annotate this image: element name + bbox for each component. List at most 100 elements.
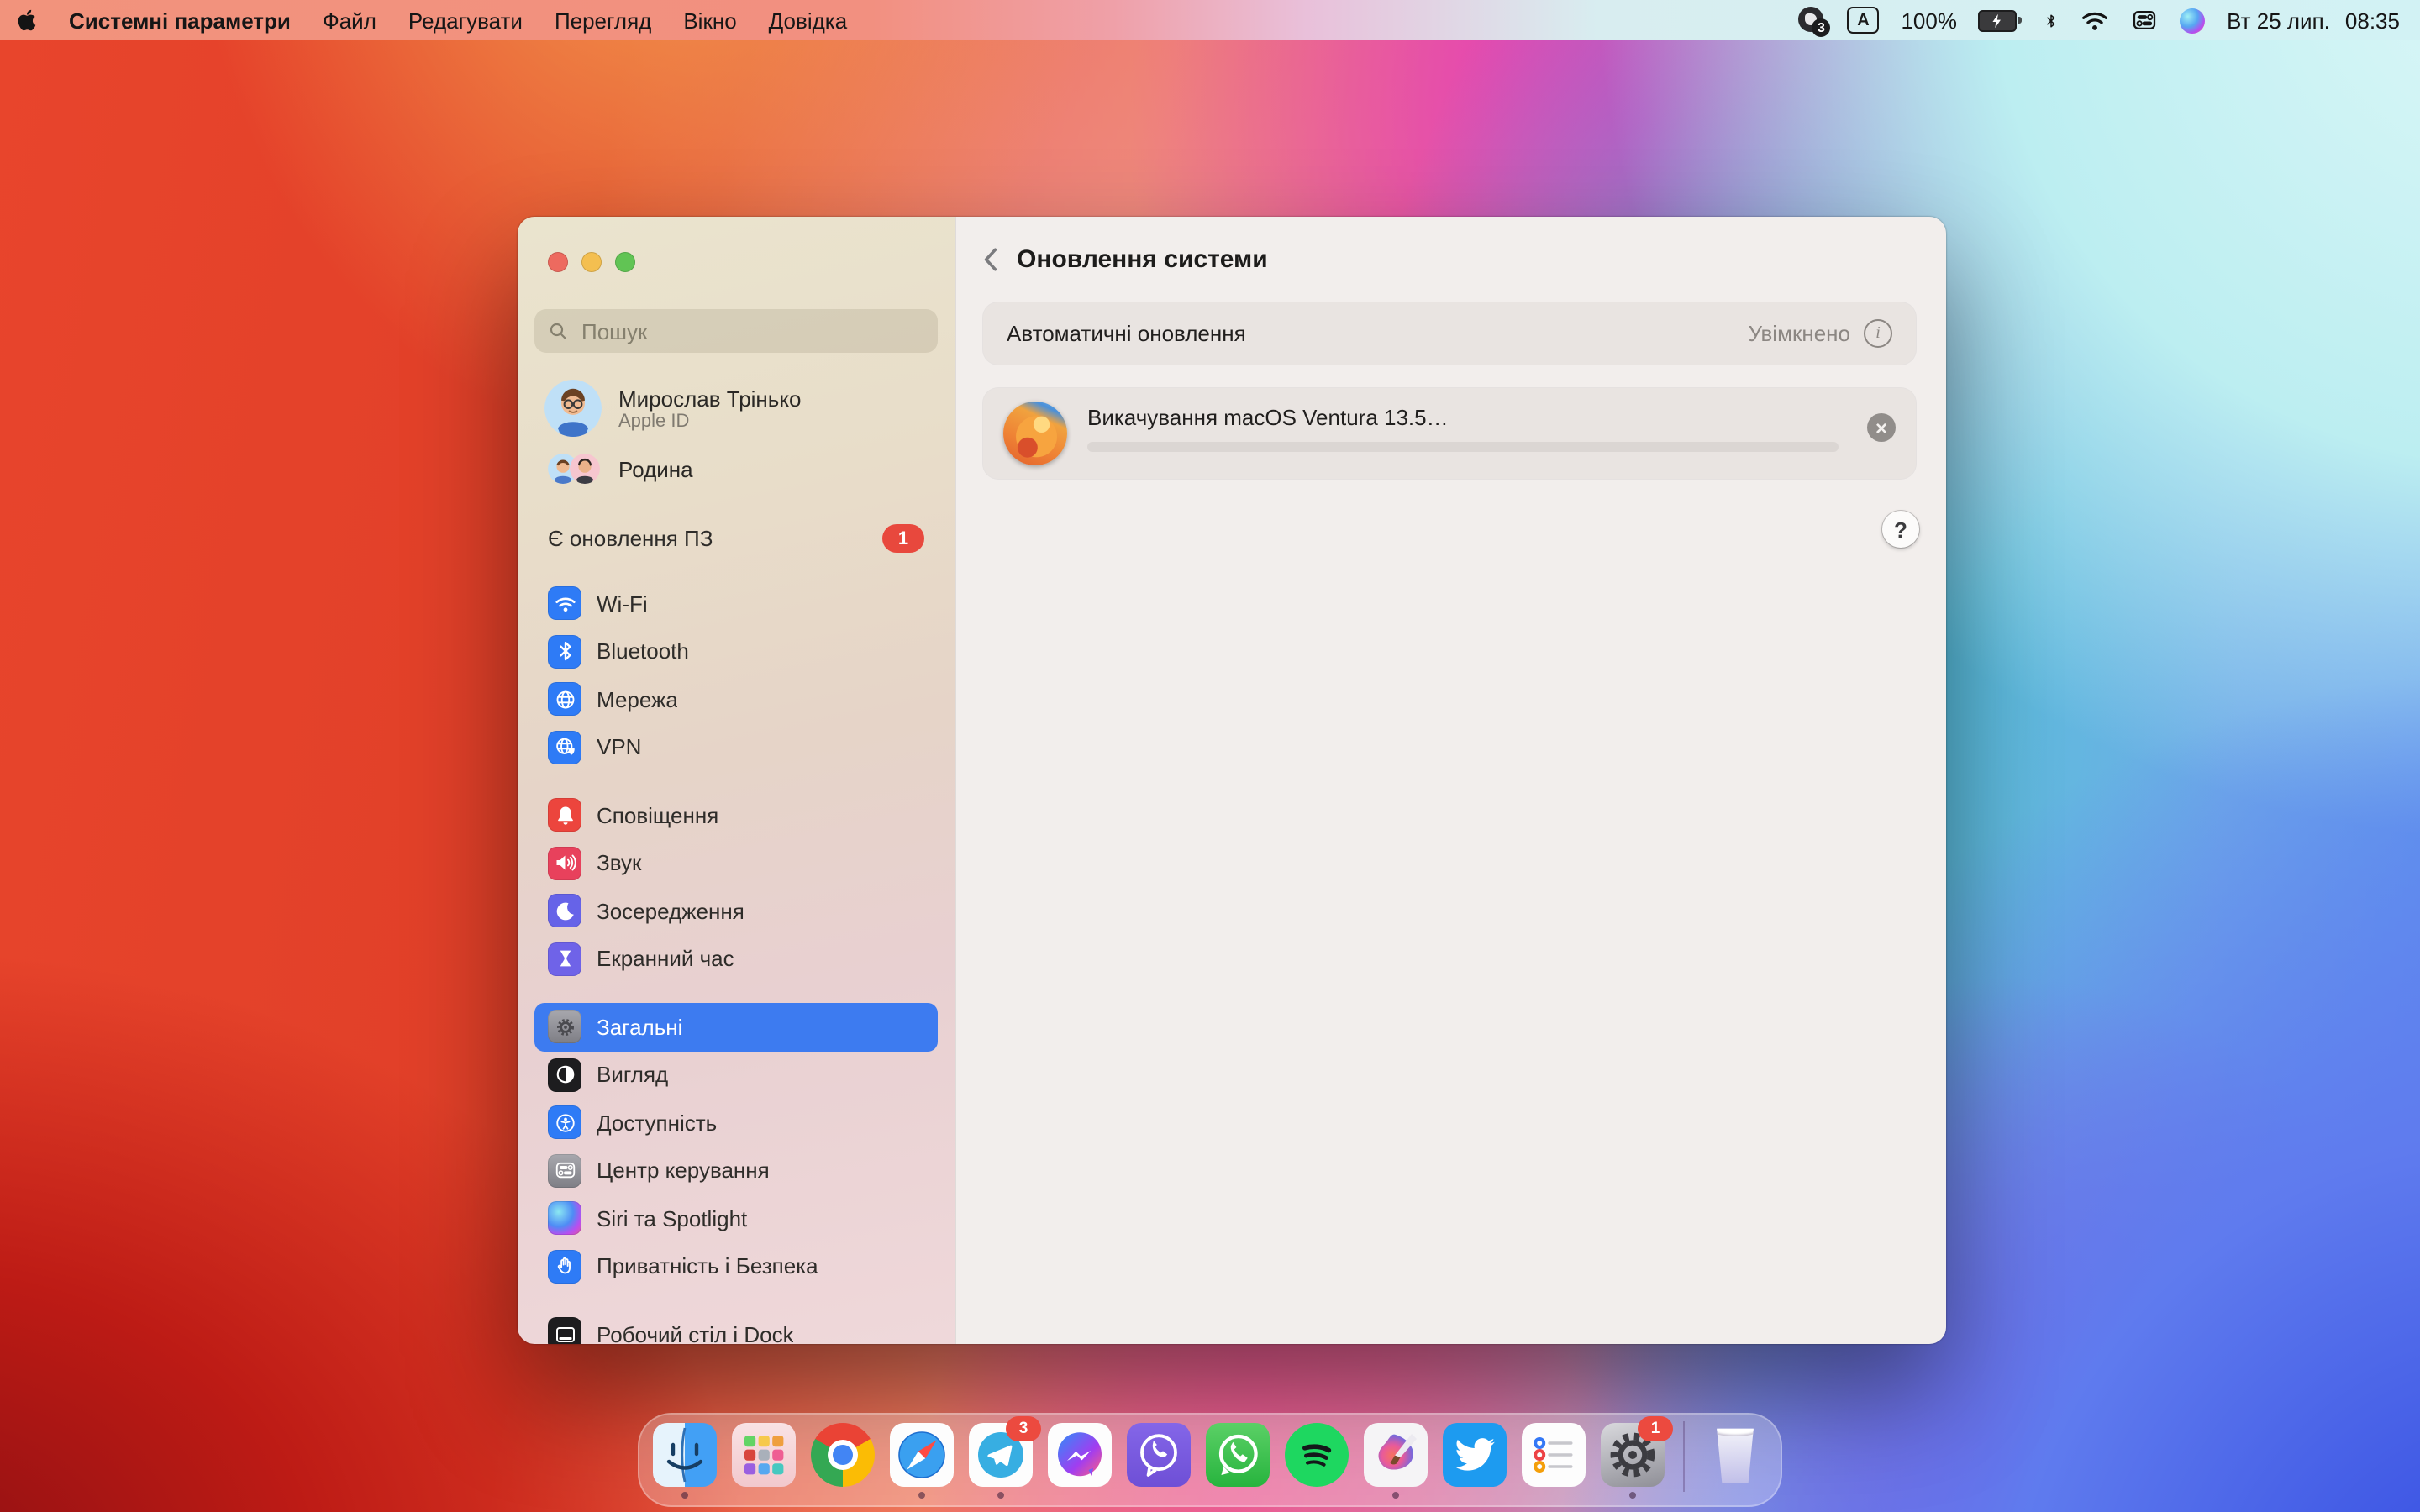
menu-перегляд[interactable]: Перегляд: [555, 8, 651, 33]
avatar: [544, 380, 602, 437]
search-field[interactable]: [534, 309, 938, 353]
apple-id-name: Мирослав Трінько: [618, 386, 801, 411]
sidebar-item-toggles[interactable]: Центр керування: [534, 1147, 938, 1194]
siri-icon[interactable]: [2180, 8, 2205, 33]
running-indicator: [1392, 1492, 1399, 1499]
apple-menu-icon[interactable]: [17, 8, 37, 32]
dock-item-settings[interactable]: 1: [1601, 1423, 1665, 1487]
dock-divider: [1683, 1421, 1685, 1492]
download-label: Викачування macOS Ventura 13.5…: [1087, 405, 1449, 430]
menubar-clock[interactable]: 08:35: [2345, 8, 2400, 33]
spotify-icon: [1285, 1423, 1349, 1487]
dock-item-reminders[interactable]: [1522, 1423, 1586, 1487]
dock-item-twitter[interactable]: [1443, 1423, 1507, 1487]
sidebar-item-siri[interactable]: Siri та Spotlight: [534, 1194, 938, 1242]
pixelmator-icon: [1364, 1423, 1428, 1487]
sidebar: Мирослав Трінько Apple ID Родина Є оновл…: [518, 217, 955, 1344]
sidebar-item-hourglass[interactable]: Екранний час: [534, 935, 938, 983]
menu-app-name[interactable]: Системні параметри: [69, 8, 291, 33]
dock: 31: [638, 1413, 1782, 1507]
battery-percent: 100%: [1901, 8, 1957, 33]
reminders-icon: [1522, 1423, 1586, 1487]
sidebar-item-wifi[interactable]: Wi-Fi: [534, 580, 938, 627]
info-icon[interactable]: i: [1864, 319, 1892, 348]
menubar-date[interactable]: Вт 25 лип.: [2227, 8, 2330, 33]
dock-item-viber[interactable]: [1127, 1423, 1191, 1487]
sidebar-item-bluetooth[interactable]: Bluetooth: [534, 627, 938, 675]
sidebar-item-label: VPN: [597, 735, 641, 760]
gear-icon: [548, 1011, 581, 1044]
dock-item-finder[interactable]: [653, 1423, 717, 1487]
sidebar-item-accessibility[interactable]: Доступність: [534, 1099, 938, 1147]
family-avatars: [544, 454, 603, 484]
moon-icon: [548, 895, 581, 928]
finder-icon: [653, 1423, 717, 1487]
sidebar-item-gear[interactable]: Загальні: [534, 1003, 938, 1051]
hand-icon: [548, 1250, 581, 1284]
bluetooth-icon[interactable]: [2044, 8, 2059, 33]
menu-файл[interactable]: Файл: [323, 8, 376, 33]
dock-item-pixelmator[interactable]: [1364, 1423, 1428, 1487]
bell-icon: [548, 799, 581, 832]
dock-item-launchpad[interactable]: [732, 1423, 796, 1487]
appearance-icon: [548, 1058, 581, 1092]
input-source-icon[interactable]: A: [1847, 7, 1879, 34]
dock-item-trash[interactable]: [1703, 1423, 1767, 1487]
menu-bar: Системні параметри Файл Редагувати Перегляд…: [0, 0, 2420, 40]
sidebar-item-globe-shield[interactable]: VPN: [534, 723, 938, 771]
sidebar-item-label: Доступність: [597, 1110, 717, 1136]
sidebar-item-label: Екранний час: [597, 947, 734, 972]
dock-item-whatsapp[interactable]: [1206, 1423, 1270, 1487]
dock-item-chrome[interactable]: [811, 1423, 875, 1487]
menubar-badge-count: 3: [1812, 18, 1830, 37]
sidebar-item-appearance[interactable]: Вигляд: [534, 1051, 938, 1099]
dock-item-telegram[interactable]: 3: [969, 1423, 1033, 1487]
sidebar-item-dock[interactable]: Робочий стіл і Dock: [534, 1310, 938, 1344]
menu-довідка[interactable]: Довідка: [769, 8, 848, 33]
back-button[interactable]: [983, 247, 998, 272]
sidebar-item-globe[interactable]: Мережа: [534, 675, 938, 723]
sidebar-item-bell[interactable]: Сповіщення: [534, 791, 938, 839]
sidebar-item-label: Wi-Fi: [597, 591, 648, 617]
toggles-icon: [548, 1154, 581, 1188]
bluetooth-icon: [548, 635, 581, 669]
running-indicator: [997, 1492, 1004, 1499]
twitter-icon: [1443, 1423, 1507, 1487]
dock-item-safari[interactable]: [890, 1423, 954, 1487]
menu-редагувати[interactable]: Редагувати: [408, 8, 523, 33]
wifi-icon[interactable]: [2081, 9, 2109, 31]
globe-icon: [548, 683, 581, 717]
automatic-updates-row[interactable]: Автоматичні оновлення Увімкнено i: [983, 302, 1916, 365]
sidebar-item-label: Bluetooth: [597, 639, 689, 664]
sidebar-item-software-update[interactable]: Є оновлення ПЗ 1: [534, 524, 938, 553]
dock-icon: [548, 1318, 581, 1345]
running-indicator: [918, 1492, 925, 1499]
sidebar-item-hand[interactable]: Приватність і Безпека: [534, 1242, 938, 1290]
sidebar-item-label: Звук: [597, 851, 641, 876]
download-progress-bar: [1087, 442, 1839, 452]
globe-shield-icon: [548, 731, 581, 764]
apple-id-subtitle: Apple ID: [618, 411, 801, 431]
control-center-icon[interactable]: [2131, 7, 2158, 34]
battery-icon[interactable]: [1979, 9, 2022, 31]
cancel-download-button[interactable]: ×: [1867, 413, 1896, 442]
dock-item-messenger[interactable]: [1048, 1423, 1112, 1487]
settings-window: Мирослав Трінько Apple ID Родина Є оновл…: [518, 217, 1946, 1344]
family-row[interactable]: Родина: [534, 454, 938, 484]
sidebar-groups: Wi-Fi Bluetooth Мережа VPN Сповіщення Звук Зос…: [534, 580, 938, 1344]
sidebar-item-label: Мережа: [597, 687, 678, 712]
hourglass-icon: [548, 942, 581, 976]
sidebar-item-label: Загальні: [597, 1015, 682, 1040]
sidebar-item-speaker[interactable]: Звук: [534, 839, 938, 887]
apple-id-row[interactable]: Мирослав Трінько Apple ID: [534, 380, 938, 437]
menubar-app-badge-icon[interactable]: 3: [1798, 7, 1825, 34]
download-row: Викачування macOS Ventura 13.5… ×: [983, 388, 1916, 479]
search-input[interactable]: [578, 317, 924, 345]
sidebar-item-label: Центр керування: [597, 1158, 770, 1184]
dock-item-spotify[interactable]: [1285, 1423, 1349, 1487]
system-update-pane: Оновлення системи Автоматичні оновлення …: [955, 217, 1946, 1344]
page-title: Оновлення системи: [1017, 245, 1268, 274]
menu-вікно[interactable]: Вікно: [683, 8, 736, 33]
sidebar-item-moon[interactable]: Зосередження: [534, 887, 938, 935]
help-button[interactable]: ?: [1882, 511, 1919, 548]
